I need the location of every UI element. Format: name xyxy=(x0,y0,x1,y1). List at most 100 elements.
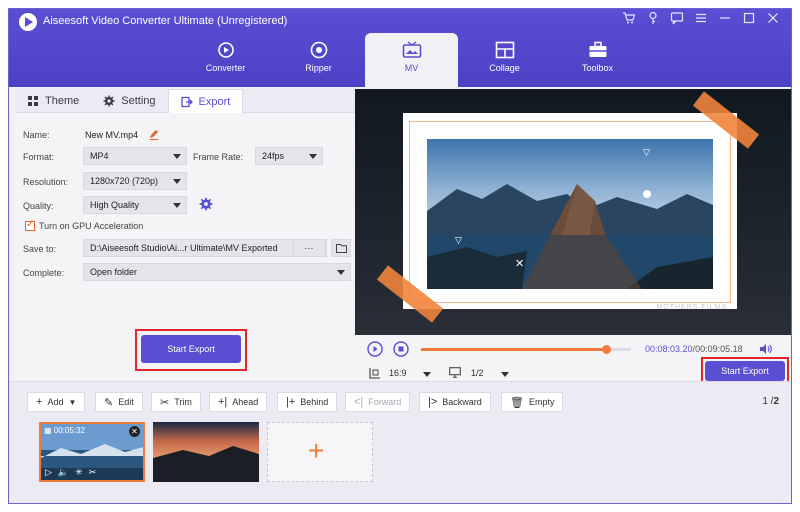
progress-track[interactable] xyxy=(421,345,631,354)
trash-icon: 🗑 xyxy=(510,396,524,409)
tab-mv[interactable]: MV xyxy=(365,33,458,87)
add-button[interactable]: + Add ▼ xyxy=(27,392,86,412)
play-icon[interactable]: ▷ xyxy=(45,467,52,478)
timeline-area: + Add ▼ ✎ Edit ✂ Trim +| Ahead |+ Behind <| For… xyxy=(9,381,791,503)
app-window: Aiseesoft Video Converter Ultimate (Unre… xyxy=(8,8,792,504)
quality-label: Quality: xyxy=(23,201,54,211)
resolution-value: 1280x720 (720p) xyxy=(90,176,159,186)
play-icon[interactable] xyxy=(367,341,383,357)
page-indicator: 1 /2 xyxy=(762,396,779,407)
start-export-button[interactable]: Start Export xyxy=(141,335,241,363)
name-value: New MV.mp4 xyxy=(85,130,139,140)
complete-select[interactable]: Open folder xyxy=(83,263,351,281)
volume-icon[interactable]: 🔈 xyxy=(58,467,69,478)
top-bar: Aiseesoft Video Converter Ultimate (Unre… xyxy=(9,9,791,87)
format-select[interactable]: MP4 xyxy=(83,147,187,165)
chevron-down-icon[interactable] xyxy=(501,372,509,377)
subtab-theme[interactable]: Theme xyxy=(15,89,91,113)
time-readout: 00:08:03.20/00:09:05.18 xyxy=(645,344,743,354)
stop-icon[interactable] xyxy=(393,341,409,357)
toolbox-icon xyxy=(589,41,606,57)
add-clip-tile[interactable]: + xyxy=(267,422,373,482)
mv-subtabs: Theme Setting Export xyxy=(15,89,355,113)
frame-rate-select[interactable]: 24fps xyxy=(255,147,323,165)
trim-button[interactable]: ✂ Trim xyxy=(151,392,201,412)
mv-icon xyxy=(402,41,421,58)
chevron-down-icon: ▼ xyxy=(68,397,77,407)
minimize-icon[interactable] xyxy=(715,11,735,31)
mountain-illustration xyxy=(427,139,713,289)
subtab-setting[interactable]: Setting xyxy=(91,89,167,113)
chat-icon[interactable] xyxy=(667,11,687,31)
save-to-value: D:\Aiseesoft Studio\Ai...r Ultimate\MV E… xyxy=(90,243,278,253)
chevron-down-icon xyxy=(173,179,181,184)
clip-actions: ▷ 🔈 ✳ ✂ xyxy=(45,467,96,478)
frame-rate-value: 24fps xyxy=(262,151,285,161)
ahead-label: Ahead xyxy=(232,397,259,407)
chevron-down-icon xyxy=(309,154,317,159)
chevron-down-icon xyxy=(173,154,181,159)
forward-button[interactable]: <| Forward xyxy=(345,392,411,412)
page-value[interactable]: 1/2 xyxy=(471,368,484,378)
aspect-ratio-value[interactable]: 16:9 xyxy=(389,368,407,378)
empty-button[interactable]: 🗑 Empty xyxy=(501,392,564,412)
key-icon[interactable] xyxy=(643,11,663,31)
quality-settings-icon[interactable] xyxy=(199,197,213,211)
cart-icon[interactable] xyxy=(619,11,639,31)
backward-button[interactable]: |> Backward xyxy=(419,392,491,412)
scissors-icon[interactable]: ✂ xyxy=(89,467,97,478)
export-icon xyxy=(180,96,193,107)
more-icon: ··· xyxy=(304,243,314,253)
save-to-path[interactable]: D:\Aiseesoft Studio\Ai...r Ultimate\MV E… xyxy=(83,239,327,257)
progress-handle[interactable] xyxy=(601,345,611,354)
media-clip[interactable]: ▦ 00:05:32 ✕ ▷ 🔈 ✳ ✂ xyxy=(39,422,145,482)
edit-label: Edit xyxy=(118,397,134,407)
empty-label: Empty xyxy=(528,397,555,407)
effect-icon[interactable]: ✳ xyxy=(75,467,83,478)
remove-clip-icon[interactable]: ✕ xyxy=(129,426,140,437)
volume-icon[interactable] xyxy=(759,343,773,355)
format-label: Format: xyxy=(23,152,55,162)
gear-icon xyxy=(103,95,115,107)
behind-icon: |+ xyxy=(286,396,296,408)
tab-converter[interactable]: Converter xyxy=(179,33,272,87)
plus-icon: + xyxy=(36,396,43,408)
media-clip[interactable] xyxy=(153,422,259,482)
maximize-icon[interactable] xyxy=(739,11,759,31)
subtab-export-label: Export xyxy=(198,95,231,108)
trim-label: Trim xyxy=(174,397,192,407)
tab-collage[interactable]: Collage xyxy=(458,33,551,87)
quality-select[interactable]: High Quality xyxy=(83,196,187,214)
tab-toolbox[interactable]: Toolbox xyxy=(551,33,644,87)
behind-button[interactable]: |+ Behind xyxy=(277,392,338,412)
window-controls xyxy=(619,11,783,31)
open-folder-button[interactable] xyxy=(331,239,351,257)
edit-name-icon[interactable] xyxy=(149,128,159,140)
save-to-label: Save to: xyxy=(23,244,57,254)
tab-toolbox-label: Toolbox xyxy=(581,63,614,73)
gpu-acceleration-checkbox[interactable] xyxy=(25,219,35,231)
preview-start-export-button[interactable]: Start Export xyxy=(705,361,785,381)
subtab-theme-label: Theme xyxy=(45,95,80,107)
format-value: MP4 xyxy=(90,151,109,161)
time-total: 00:09:05.18 xyxy=(695,344,743,354)
chevron-down-icon xyxy=(173,203,181,208)
resolution-select[interactable]: 1280x720 (720p) xyxy=(83,172,187,190)
ahead-button[interactable]: +| Ahead xyxy=(209,392,268,412)
gpu-acceleration-label: Turn on GPU Acceleration xyxy=(39,221,144,231)
subtab-export[interactable]: Export xyxy=(167,89,244,113)
tab-ripper[interactable]: Ripper xyxy=(272,33,365,87)
menu-icon[interactable] xyxy=(691,11,711,31)
page-total: 2 xyxy=(773,396,779,407)
play-marker-icon: ▽ xyxy=(455,235,462,245)
ripper-icon xyxy=(310,41,327,59)
scissors-icon: ✂ xyxy=(160,396,170,409)
main-nav: Converter Ripper MV Collage Toolbox xyxy=(179,33,644,87)
behind-label: Behind xyxy=(300,397,329,407)
chevron-down-icon[interactable] xyxy=(423,372,431,377)
close-icon[interactable] xyxy=(763,11,783,31)
edit-button[interactable]: ✎ Edit xyxy=(95,392,143,412)
ahead-icon: +| xyxy=(218,396,228,408)
browse-button[interactable]: ··· xyxy=(293,239,325,257)
complete-value: Open folder xyxy=(90,267,138,277)
